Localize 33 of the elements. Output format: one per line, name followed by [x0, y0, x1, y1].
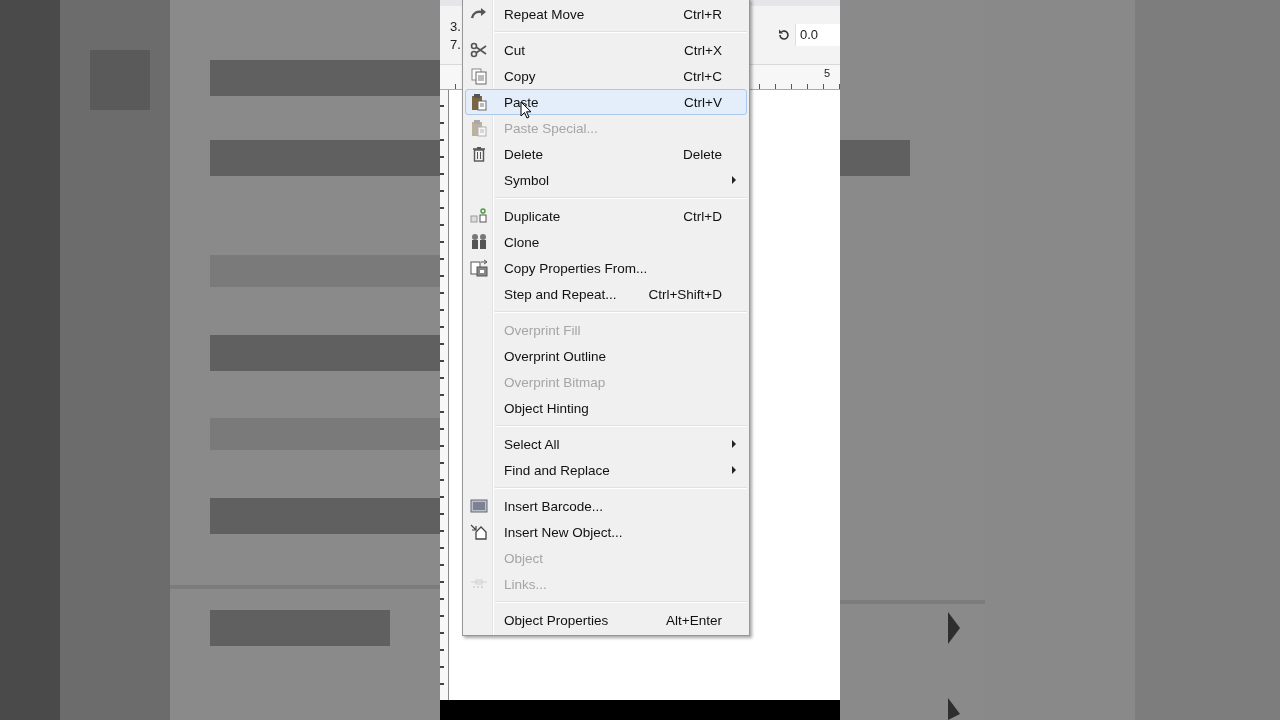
menu-item[interactable]: Select All — [465, 431, 747, 457]
trash-icon — [470, 145, 488, 163]
menu-item[interactable]: Insert Barcode... — [465, 493, 747, 519]
menu-item[interactable]: Copy Ctrl+C — [465, 63, 747, 89]
menu-item[interactable]: Cut Ctrl+X — [465, 37, 747, 63]
copy-properties-icon — [470, 259, 488, 277]
menu-item[interactable]: Step and Repeat... Ctrl+Shift+D — [465, 281, 747, 307]
menu-item[interactable]: Repeat Move Ctrl+R — [465, 1, 747, 27]
two-figures-icon — [470, 233, 488, 251]
menu-item[interactable]: Copy Properties From... — [465, 255, 747, 281]
clipboard-icon — [470, 119, 488, 137]
menu-item[interactable]: Object Hinting — [465, 395, 747, 421]
scissors-icon — [470, 41, 488, 59]
copy-icon — [470, 67, 488, 85]
rotation-field[interactable]: 0.0 — [795, 24, 840, 46]
submenu-arrow-icon — [732, 176, 736, 184]
menu-item[interactable]: Delete Delete — [465, 141, 747, 167]
rotate-icon — [777, 28, 791, 42]
menu-item[interactable]: Object Properties Alt+Enter — [465, 607, 747, 633]
submenu-arrow-icon — [732, 466, 736, 474]
clipboard-icon — [470, 93, 488, 111]
menu-item[interactable]: Duplicate Ctrl+D — [465, 203, 747, 229]
menu-item[interactable]: Overprint Outline — [465, 343, 747, 369]
menu-item[interactable]: Symbol — [465, 167, 747, 193]
duplicate-icon — [470, 207, 488, 225]
submenu-arrow-icon — [732, 440, 736, 448]
menu-item[interactable]: Insert New Object... — [465, 519, 747, 545]
y-coordinate: 7. — [450, 36, 461, 52]
x-coordinate: 3. — [450, 18, 461, 34]
menu-item[interactable]: Find and Replace — [465, 457, 747, 483]
insert-object-icon — [470, 523, 488, 541]
menu-item[interactable]: Clone — [465, 229, 747, 255]
barcode-icon — [470, 497, 488, 515]
